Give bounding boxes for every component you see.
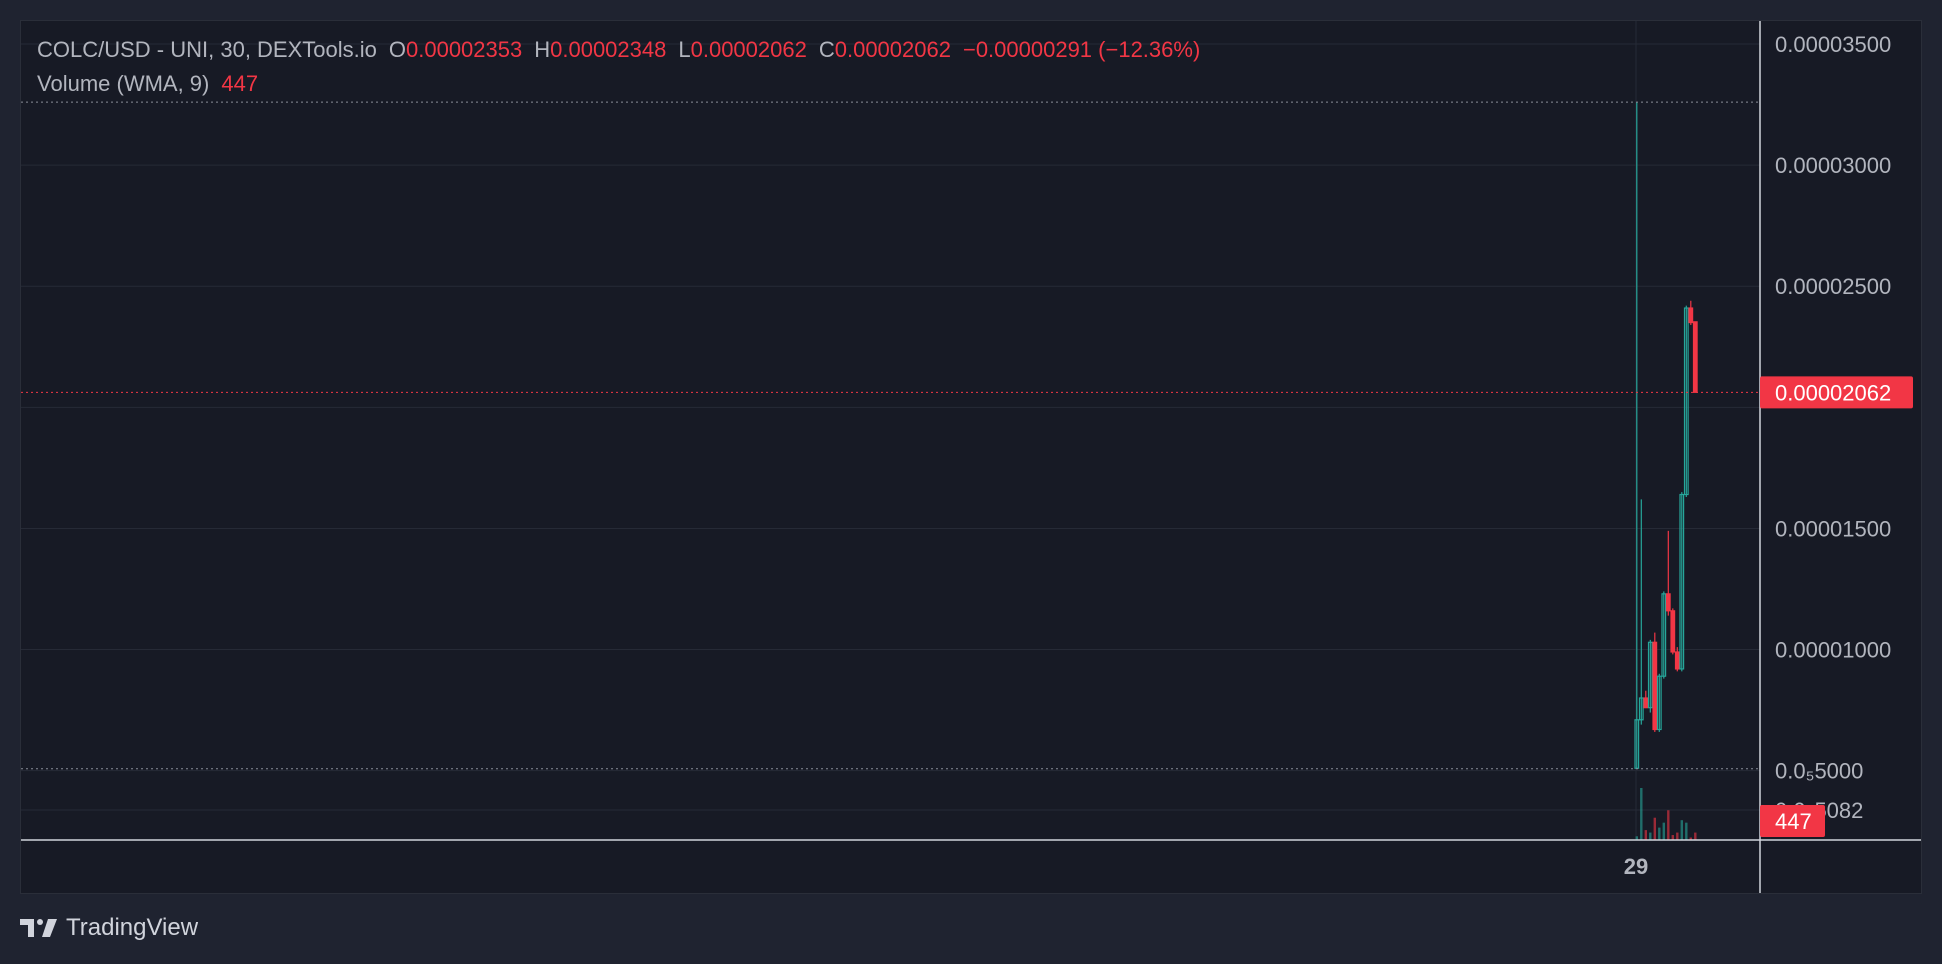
- volume-bar: [1653, 817, 1656, 840]
- candle-body: [1674, 651, 1680, 670]
- change-value: −0.00000291 (−12.36%): [962, 37, 1201, 62]
- volume-bar: [1685, 822, 1688, 840]
- close-value: 0.00002062: [834, 37, 951, 62]
- tradingview-brand-text: TradingView: [66, 914, 199, 941]
- price-axis-label: 0.00003500: [1775, 32, 1891, 57]
- volume-bar: [1649, 832, 1652, 840]
- candle-body: [1670, 610, 1676, 653]
- volume-bar: [1667, 810, 1670, 840]
- tradingview-logo-icon: [20, 919, 57, 937]
- volume-bar: [1694, 832, 1697, 840]
- chart-panel[interactable]: 0.00003500 0.00003000 0.00002500 0.00001500…: [20, 20, 1922, 894]
- symbol-label[interactable]: COLC/USD - UNI, 30, DEXTools.io: [37, 37, 377, 63]
- low-value: 0.00002062: [690, 37, 807, 62]
- price-axis-label: 0.0₅5000: [1775, 759, 1863, 784]
- high-value: 0.00002348: [550, 37, 667, 62]
- candlestick-chart[interactable]: 0.00003500 0.00003000 0.00002500 0.00001500…: [21, 21, 1922, 894]
- price-axis-label: 0.00002500: [1775, 274, 1891, 299]
- volume-bar: [1676, 832, 1679, 840]
- volume-bar: [1644, 830, 1647, 840]
- candle-body: [1643, 697, 1649, 709]
- volume-bar: [1680, 820, 1683, 840]
- volume-label[interactable]: Volume (WMA, 9): [37, 71, 209, 97]
- candle-body: [1652, 641, 1658, 731]
- time-axis-label: 29: [1624, 854, 1648, 879]
- ohlc-legend: COLC/USD - UNI, 30, DEXTools.io O 0.0000…: [37, 37, 1200, 63]
- close-label: C: [818, 37, 835, 62]
- volume-bar: [1640, 788, 1643, 840]
- price-axis-label: 0.00001000: [1775, 638, 1891, 663]
- volume-badge-label: 447: [1775, 809, 1812, 834]
- high-label: H: [534, 37, 551, 62]
- volume-bar: [1658, 827, 1661, 840]
- price-axis-label: 0.00003000: [1775, 153, 1891, 178]
- price-axis-label: 0.00001500: [1775, 516, 1891, 541]
- volume-bar: [1662, 822, 1665, 840]
- current-price-badge-label: 0.00002062: [1775, 380, 1891, 405]
- candle-body: [1665, 593, 1671, 612]
- open-value: 0.00002353: [406, 37, 523, 62]
- volume-value: 447: [221, 71, 259, 96]
- open-label: O: [388, 37, 406, 62]
- candle-body: [1688, 307, 1694, 324]
- volume-legend: Volume (WMA, 9) 447: [37, 71, 258, 97]
- low-label: L: [678, 37, 691, 62]
- tradingview-brand[interactable]: TradingView: [20, 914, 198, 942]
- candle-body: [1692, 321, 1698, 393]
